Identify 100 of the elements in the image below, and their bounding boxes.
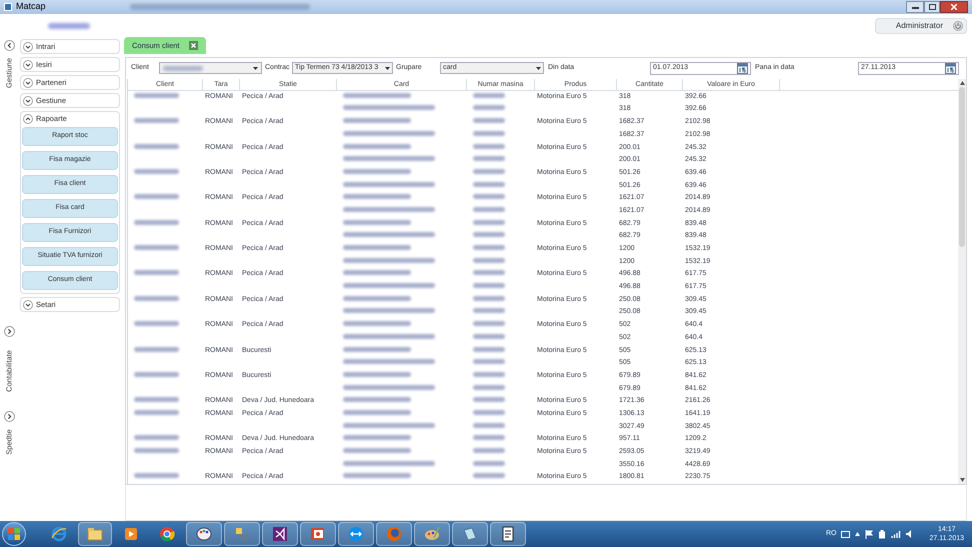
blurred-text bbox=[473, 308, 505, 314]
window-title: Matcap bbox=[16, 0, 46, 14]
blurred-text bbox=[134, 372, 179, 377]
blurred-text bbox=[473, 334, 505, 339]
visual-studio-icon bbox=[272, 526, 288, 542]
blurred-text bbox=[473, 359, 505, 364]
palette-icon bbox=[196, 526, 212, 542]
blurred-text bbox=[343, 321, 411, 326]
scroll-down-icon bbox=[960, 478, 964, 482]
blurred-text bbox=[473, 270, 505, 276]
paint-icon bbox=[424, 526, 440, 542]
blurred-text bbox=[134, 118, 179, 124]
blurred-text bbox=[343, 220, 411, 225]
blurred-text bbox=[473, 144, 505, 149]
blurred-text bbox=[473, 232, 505, 238]
folder-icon bbox=[87, 526, 103, 542]
caret-icon bbox=[536, 66, 541, 70]
blurred-text bbox=[134, 296, 179, 301]
blurred-text bbox=[343, 397, 411, 402]
blurred-text bbox=[473, 105, 505, 110]
minimize-icon bbox=[912, 6, 918, 8]
blurred-text bbox=[473, 422, 505, 428]
blurred-text bbox=[343, 296, 411, 301]
blurred-text bbox=[343, 346, 411, 352]
blurred-text bbox=[473, 473, 505, 478]
power-icon bbox=[953, 20, 963, 30]
flag-icon[interactable] bbox=[865, 530, 874, 538]
close-icon[interactable] bbox=[189, 41, 198, 50]
calendar-icon[interactable] bbox=[945, 62, 956, 74]
blurred-text bbox=[134, 194, 179, 200]
collapse-icon[interactable] bbox=[4, 40, 14, 51]
maximize-button[interactable] bbox=[924, 1, 940, 13]
expand-icon[interactable] bbox=[23, 300, 33, 310]
caret-icon[interactable] bbox=[855, 532, 860, 536]
user-button[interactable]: Administrator bbox=[875, 18, 967, 34]
minimize-button[interactable] bbox=[906, 1, 924, 13]
blurred-text bbox=[473, 156, 505, 162]
caret-icon bbox=[253, 66, 258, 70]
blurred-text bbox=[134, 321, 179, 326]
expand-icon[interactable] bbox=[23, 60, 33, 70]
media-player-icon[interactable] bbox=[123, 526, 139, 542]
blurred-text bbox=[473, 245, 505, 250]
blurred-text bbox=[473, 258, 505, 263]
blurred-text bbox=[134, 245, 179, 250]
blurred-text bbox=[473, 372, 505, 377]
blurred-text bbox=[343, 168, 411, 174]
blurred-text bbox=[134, 220, 179, 225]
collapse-icon[interactable] bbox=[23, 114, 33, 124]
taskbar-button[interactable] bbox=[186, 522, 222, 546]
blurred-text bbox=[343, 118, 411, 124]
expand-icon[interactable] bbox=[23, 78, 33, 88]
taskbar-button[interactable] bbox=[262, 522, 298, 546]
blurred-text bbox=[134, 435, 179, 440]
blurred-text bbox=[343, 245, 411, 250]
blurred-text bbox=[473, 346, 505, 352]
remote-control-icon bbox=[348, 526, 364, 542]
blurred-text bbox=[134, 473, 179, 478]
document-icon bbox=[500, 526, 516, 542]
blurred-text bbox=[343, 372, 411, 377]
blurred-text bbox=[343, 473, 411, 478]
expand-icon[interactable] bbox=[4, 326, 14, 337]
blurred-text bbox=[473, 460, 505, 466]
blurred-text bbox=[473, 220, 505, 225]
blurred-text bbox=[473, 321, 505, 326]
close-button[interactable] bbox=[940, 1, 968, 13]
blurred-text bbox=[134, 397, 179, 402]
blurred-text bbox=[134, 168, 179, 174]
expand-icon[interactable] bbox=[23, 96, 33, 106]
start-button[interactable] bbox=[2, 522, 26, 546]
blurred-text bbox=[48, 22, 90, 28]
scrollbar-thumb[interactable] bbox=[959, 86, 965, 247]
blurred-text bbox=[343, 194, 411, 200]
browser-icon[interactable] bbox=[51, 526, 67, 542]
signal-icon[interactable] bbox=[891, 530, 902, 538]
blurred-text bbox=[473, 435, 505, 440]
blurred-text bbox=[134, 410, 179, 415]
blurred-text bbox=[473, 384, 505, 390]
blurred-text bbox=[473, 283, 505, 288]
blurred-text bbox=[473, 448, 505, 454]
blurred-text bbox=[473, 168, 505, 174]
blurred-text bbox=[343, 410, 411, 415]
scrollbar[interactable] bbox=[958, 78, 966, 484]
blurred-text bbox=[473, 296, 505, 301]
keyboard-icon[interactable] bbox=[841, 530, 850, 538]
blurred-text bbox=[343, 270, 411, 276]
calendar-icon[interactable] bbox=[737, 62, 748, 74]
expand-icon[interactable] bbox=[4, 410, 14, 422]
notebook-icon bbox=[462, 526, 478, 542]
tools-icon bbox=[234, 526, 250, 542]
caret-icon bbox=[385, 66, 390, 70]
taskbar-button[interactable] bbox=[490, 522, 526, 546]
chrome-icon[interactable] bbox=[159, 526, 175, 542]
blurred-text bbox=[473, 397, 505, 402]
close-icon bbox=[951, 4, 957, 10]
expand-icon[interactable] bbox=[23, 42, 33, 52]
blurred-text bbox=[473, 118, 505, 124]
blurred-text bbox=[134, 92, 179, 98]
blurred-text bbox=[473, 92, 505, 98]
battery-icon[interactable] bbox=[878, 530, 886, 538]
blurred-text bbox=[343, 144, 411, 149]
